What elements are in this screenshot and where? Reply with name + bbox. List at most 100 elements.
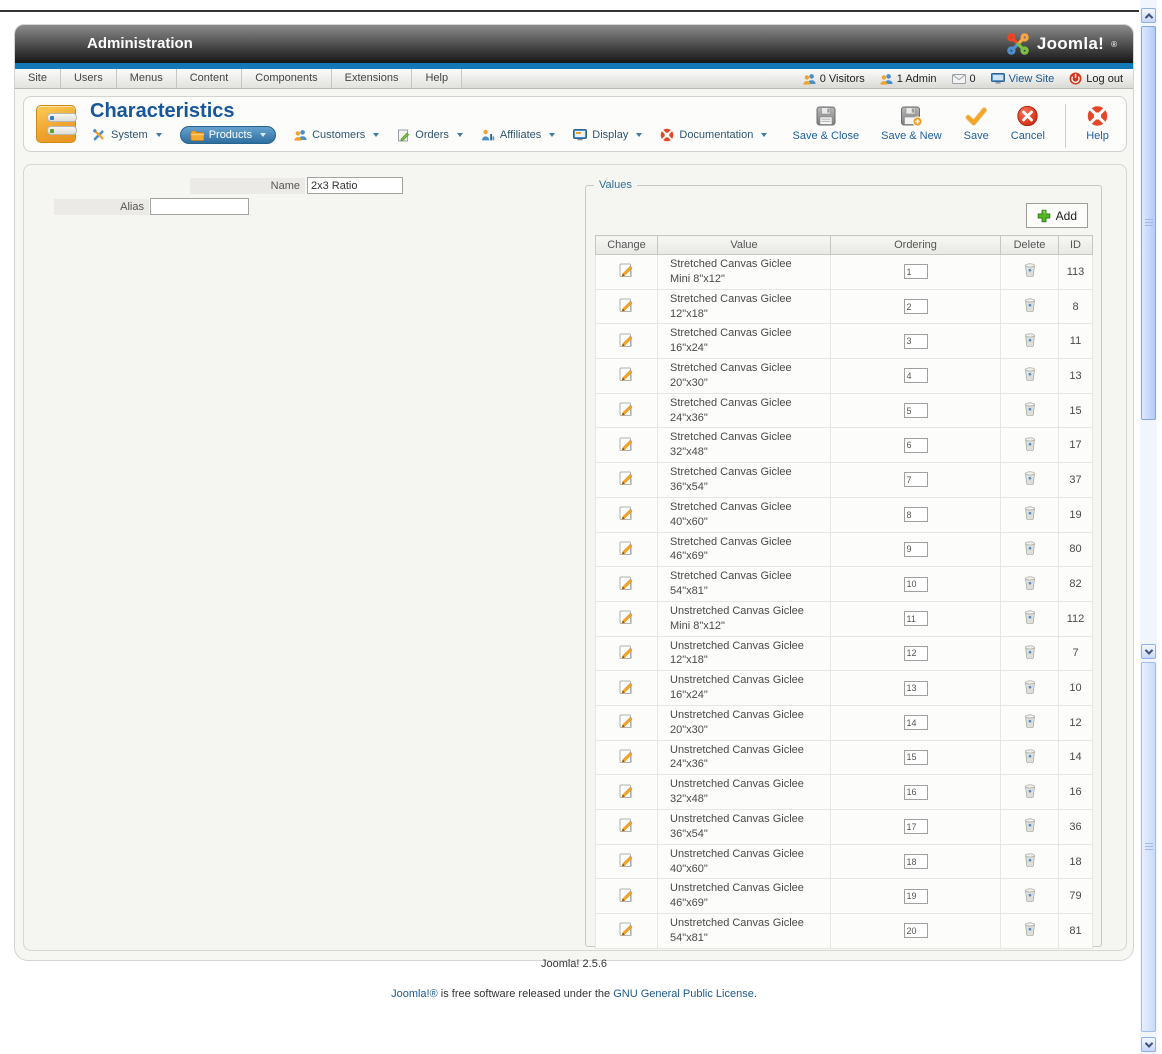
scrollbar[interactable] xyxy=(1140,0,1157,1054)
menu-menus[interactable]: Menus xyxy=(116,69,177,88)
trash-icon[interactable] xyxy=(1024,784,1036,798)
ordering-input[interactable] xyxy=(903,888,928,904)
scroll-up-button[interactable] xyxy=(1141,8,1156,23)
trash-icon[interactable] xyxy=(1024,471,1036,486)
ordering-input[interactable] xyxy=(903,264,928,280)
ordering-input[interactable] xyxy=(903,576,928,592)
menu-components[interactable]: Components xyxy=(242,69,332,88)
ordering-input[interactable] xyxy=(903,819,928,835)
edit-icon[interactable] xyxy=(619,783,634,799)
ordering-input[interactable] xyxy=(903,784,928,800)
trash-icon[interactable] xyxy=(1024,645,1036,660)
help-button[interactable]: Help xyxy=(1075,101,1120,142)
component-menu-products[interactable]: Products xyxy=(179,126,277,144)
edit-icon[interactable] xyxy=(619,748,634,764)
edit-icon[interactable] xyxy=(619,297,634,313)
edit-icon[interactable] xyxy=(619,262,634,278)
edit-icon[interactable] xyxy=(619,505,634,521)
trash-icon[interactable] xyxy=(1024,888,1036,902)
gpl-license-link[interactable]: GNU General Public License xyxy=(613,988,754,1000)
edit-icon[interactable] xyxy=(619,575,634,591)
visitors-person-icon xyxy=(803,73,816,85)
component-menu-documentation[interactable]: Documentation xyxy=(660,128,768,142)
messages-status[interactable]: 0 xyxy=(951,73,976,85)
trash-icon[interactable] xyxy=(1024,853,1036,868)
component-menu-orders[interactable]: Orders xyxy=(397,129,463,142)
trash-icon[interactable] xyxy=(1024,714,1036,729)
component-menu-customers[interactable]: Customers xyxy=(294,129,380,141)
edit-icon[interactable] xyxy=(619,852,634,868)
trash-icon[interactable] xyxy=(1024,333,1036,347)
scrollbar-thumb[interactable] xyxy=(1141,26,1156,420)
menu-help[interactable]: Help xyxy=(412,69,463,88)
ordering-input[interactable] xyxy=(903,680,928,696)
joomla-license-link[interactable]: Joomla!® xyxy=(391,988,438,1000)
ordering-input[interactable] xyxy=(903,472,928,488)
alias-input[interactable] xyxy=(150,198,249,215)
trash-icon[interactable] xyxy=(1024,680,1036,694)
scroll-down-button[interactable] xyxy=(1141,644,1156,659)
trash-icon[interactable] xyxy=(1024,263,1036,278)
menu-extensions[interactable]: Extensions xyxy=(331,69,413,88)
edit-icon[interactable] xyxy=(619,609,634,625)
ordering-input[interactable] xyxy=(903,854,928,870)
save-button[interactable]: Save xyxy=(953,101,1000,142)
edit-icon[interactable] xyxy=(619,679,634,695)
table-row: Stretched Canvas Giclee Mini 8"x12" 113 xyxy=(595,254,1093,290)
ordering-input[interactable] xyxy=(903,715,928,731)
scroll-down-button-bottom[interactable] xyxy=(1141,1037,1156,1052)
edit-icon[interactable] xyxy=(619,644,634,660)
id-cell: 10 xyxy=(1058,670,1093,706)
toolbar-separator xyxy=(1065,104,1066,148)
view-site-link[interactable]: View Site xyxy=(990,73,1054,85)
trash-icon[interactable] xyxy=(1024,367,1036,382)
logout-link[interactable]: Log out xyxy=(1069,72,1123,85)
ordering-input[interactable] xyxy=(903,333,928,349)
change-cell xyxy=(595,913,658,949)
trash-icon[interactable] xyxy=(1024,610,1036,625)
component-menu-system[interactable]: System xyxy=(92,128,162,142)
joomla-brand: Joomla! ® xyxy=(1006,25,1117,63)
edit-icon[interactable] xyxy=(619,366,634,382)
trash-icon[interactable] xyxy=(1024,749,1036,764)
ordering-input[interactable] xyxy=(903,611,928,627)
ordering-input[interactable] xyxy=(903,541,928,557)
menu-site[interactable]: Site xyxy=(15,69,61,88)
trash-icon[interactable] xyxy=(1024,576,1036,590)
ordering-input[interactable] xyxy=(903,749,928,765)
ordering-input[interactable] xyxy=(903,645,928,661)
trash-icon[interactable] xyxy=(1024,506,1036,521)
trash-icon[interactable] xyxy=(1024,402,1036,417)
edit-icon[interactable] xyxy=(619,921,634,937)
ordering-input[interactable] xyxy=(903,403,928,419)
menu-users[interactable]: Users xyxy=(60,69,117,88)
edit-icon[interactable] xyxy=(619,401,634,417)
save-close-button[interactable]: Save & Close xyxy=(781,101,870,142)
component-menu-display[interactable]: Display xyxy=(573,129,643,141)
ordering-input[interactable] xyxy=(903,437,928,453)
edit-icon[interactable] xyxy=(619,436,634,452)
name-input[interactable] xyxy=(307,177,403,194)
trash-icon[interactable] xyxy=(1024,298,1036,313)
ordering-input[interactable] xyxy=(903,507,928,523)
edit-icon[interactable] xyxy=(619,470,634,486)
trash-icon[interactable] xyxy=(1024,818,1036,833)
menu-content[interactable]: Content xyxy=(176,69,243,88)
component-menu-affiliates[interactable]: Affiliates xyxy=(481,129,556,142)
scrollbar-thumb-secondary[interactable] xyxy=(1141,662,1156,1032)
trash-icon[interactable] xyxy=(1024,541,1036,556)
edit-icon[interactable] xyxy=(619,817,634,833)
add-value-button[interactable]: Add xyxy=(1025,203,1088,228)
edit-icon[interactable] xyxy=(619,332,634,348)
save-new-button[interactable]: Save & New xyxy=(870,101,953,142)
cancel-button[interactable]: Cancel xyxy=(1000,101,1056,142)
ordering-input[interactable] xyxy=(903,368,928,384)
ordering-cell xyxy=(830,704,1001,741)
ordering-input[interactable] xyxy=(903,923,928,939)
ordering-input[interactable] xyxy=(903,299,928,315)
edit-icon[interactable] xyxy=(619,887,634,903)
edit-icon[interactable] xyxy=(619,713,634,729)
trash-icon[interactable] xyxy=(1024,922,1036,937)
trash-icon[interactable] xyxy=(1024,437,1036,451)
edit-icon[interactable] xyxy=(619,540,634,556)
